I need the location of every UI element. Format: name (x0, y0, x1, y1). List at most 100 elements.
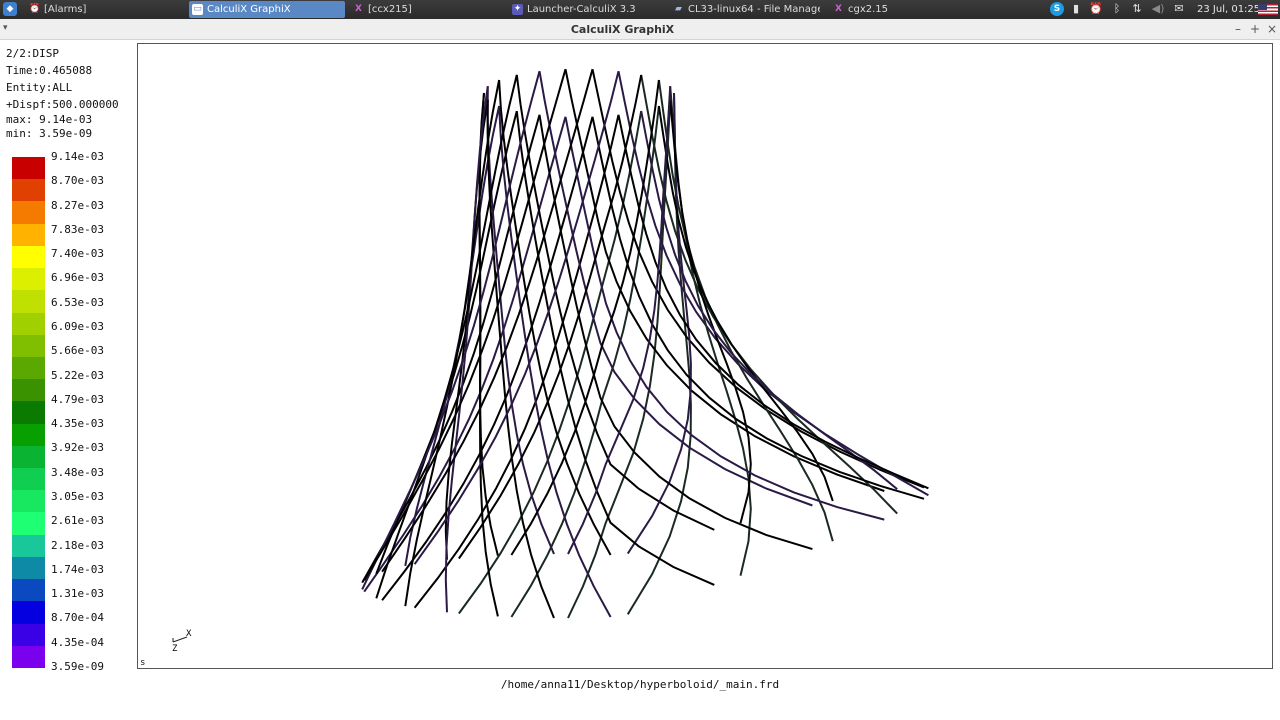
task-ccx215[interactable]: X [ccx215] (350, 1, 500, 18)
dispf-label: +Dispf:500.000000 (6, 98, 119, 111)
legend-swatch (12, 312, 45, 336)
app-menu-icon[interactable]: ◆ (3, 2, 17, 16)
axis-x-line (172, 636, 188, 643)
mesh-beam-line (640, 74, 898, 515)
result-info-panel: 2/2:DISP Time:0.465088 Entity:ALL +Dispf… (6, 45, 119, 141)
legend-label: 4.35e-03 (51, 417, 104, 431)
alarm-clock-icon: ⏰ (29, 4, 41, 14)
mesh-beam-line (591, 116, 925, 500)
legend-swatch (12, 334, 45, 358)
close-button[interactable]: × (1265, 21, 1279, 37)
legend-swatch (12, 201, 45, 225)
legend-swatch (12, 579, 45, 602)
mesh-beam-line (657, 79, 834, 542)
legend-label: 3.92e-03 (51, 441, 104, 455)
battery-icon[interactable]: ▮ (1069, 2, 1083, 16)
legend-label: 5.22e-03 (51, 368, 104, 382)
mesh-beam-line (564, 116, 885, 521)
entity-label: Entity:ALL (6, 81, 73, 94)
legend-label: 9.14e-03 (51, 150, 104, 163)
legend-swatch (12, 245, 45, 269)
keyboard-layout-flag-icon[interactable] (1258, 4, 1278, 15)
skype-icon[interactable]: S (1050, 2, 1064, 16)
launcher-icon: ✦ (512, 4, 523, 15)
time-label: Time:0.465088 (6, 64, 93, 77)
volume-icon[interactable]: ◀) (1151, 2, 1165, 16)
step-label: 2/2:DISP (6, 47, 59, 60)
legend-label: 8.70e-03 (51, 174, 104, 188)
legend-swatch (12, 157, 45, 180)
legend-swatch (12, 445, 45, 469)
legend-label: 1.74e-03 (51, 562, 104, 576)
task-label: cgx2.15 (848, 4, 889, 15)
task-label: [Alarms] (44, 4, 87, 15)
legend-label: 6.96e-03 (51, 271, 104, 285)
task-cgx215[interactable]: X cgx2.15 (830, 1, 980, 18)
legend-label: 7.40e-03 (51, 247, 104, 261)
mesh-drawing: XZ (172, 68, 929, 654)
legend-swatch (12, 468, 45, 491)
file-path-label: /home/anna11/Desktop/hyperboloid/_main.f… (500, 678, 780, 691)
task-file-manager[interactable]: ▰ CL33-linux64 - File Manager (670, 1, 820, 18)
legend-label: 2.18e-03 (51, 538, 104, 552)
legend-swatch (12, 423, 45, 447)
legend-swatch (12, 268, 45, 291)
legend-swatch (12, 534, 45, 558)
mesh-beam-line (510, 79, 660, 556)
axis-x-label: X (186, 629, 192, 639)
mesh-beam-line (640, 110, 898, 490)
terminal-icon: X (835, 4, 842, 14)
mail-icon[interactable]: ✉ (1172, 2, 1186, 16)
legend-label: 4.35e-04 (51, 635, 104, 649)
legend-label: 6.09e-03 (51, 320, 104, 333)
max-label: max: 9.14e-03 (6, 113, 93, 126)
legend-label: 8.70e-04 (51, 611, 104, 625)
graphics-viewport[interactable]: XZ s (137, 43, 1273, 669)
task-calculix-graphix[interactable]: ▭ CalculiX GraphiX (189, 1, 345, 18)
mesh-beam-line (564, 69, 885, 492)
legend-label: 4.79e-03 (51, 392, 104, 406)
clock-alert-icon[interactable]: ⏰ (1089, 2, 1103, 16)
legend-label: 3.48e-03 (51, 465, 104, 479)
legend-swatch (12, 401, 45, 425)
axis-z-label: Z (172, 644, 178, 654)
legend-swatch (12, 179, 45, 202)
legend-label: 6.53e-03 (51, 295, 104, 309)
legend-swatch (12, 623, 45, 647)
window-titlebar: ▾ CalculiX GraphiX – + × (0, 19, 1280, 40)
legend-swatch (12, 512, 45, 536)
network-icon[interactable]: ⇅ (1130, 2, 1144, 16)
legend-swatch (12, 490, 45, 513)
legend-label: 1.31e-03 (51, 587, 104, 601)
task-launcher-calculix[interactable]: ✦ Launcher-CalculiX 3.3 (509, 1, 659, 18)
task-label: Launcher-CalculiX 3.3 (527, 4, 636, 15)
maximize-button[interactable]: + (1248, 21, 1262, 37)
legend-label: 7.83e-03 (51, 222, 104, 236)
window-icon: ▭ (192, 4, 203, 15)
task-alarms[interactable]: ⏰ [Alarms] (26, 1, 176, 18)
window-title: CalculiX GraphiX (570, 23, 675, 36)
legend-label: 5.66e-03 (51, 344, 104, 358)
legend-swatch (12, 223, 45, 247)
legend-label: 3.05e-03 (51, 490, 104, 503)
legend-swatch (12, 601, 45, 625)
folder-icon: ▰ (675, 4, 682, 14)
bluetooth-icon[interactable]: ᛒ (1110, 2, 1124, 16)
clock[interactable]: 23 Jul, 01:25 (1197, 0, 1260, 19)
legend-label: 8.27e-03 (51, 198, 104, 212)
legend-swatch (12, 290, 45, 313)
min-label: min: 3.59e-09 (6, 127, 93, 140)
legend-label: 3.59e-09 (51, 660, 104, 673)
minimize-button[interactable]: – (1231, 21, 1245, 37)
legend-swatch (12, 645, 45, 669)
taskbar: ◆ ⏰ [Alarms] ▭ CalculiX GraphiX X [ccx21… (0, 0, 1280, 19)
task-label: CalculiX GraphiX (207, 4, 291, 15)
legend-swatch (12, 356, 45, 380)
legend-label: 2.61e-03 (51, 514, 104, 528)
corner-label: s (140, 658, 146, 668)
terminal-icon: X (355, 4, 362, 14)
legend-swatch (12, 556, 45, 580)
legend-swatch (12, 379, 45, 402)
task-label: [ccx215] (368, 4, 412, 15)
task-label: CL33-linux64 - File Manager (688, 4, 820, 15)
